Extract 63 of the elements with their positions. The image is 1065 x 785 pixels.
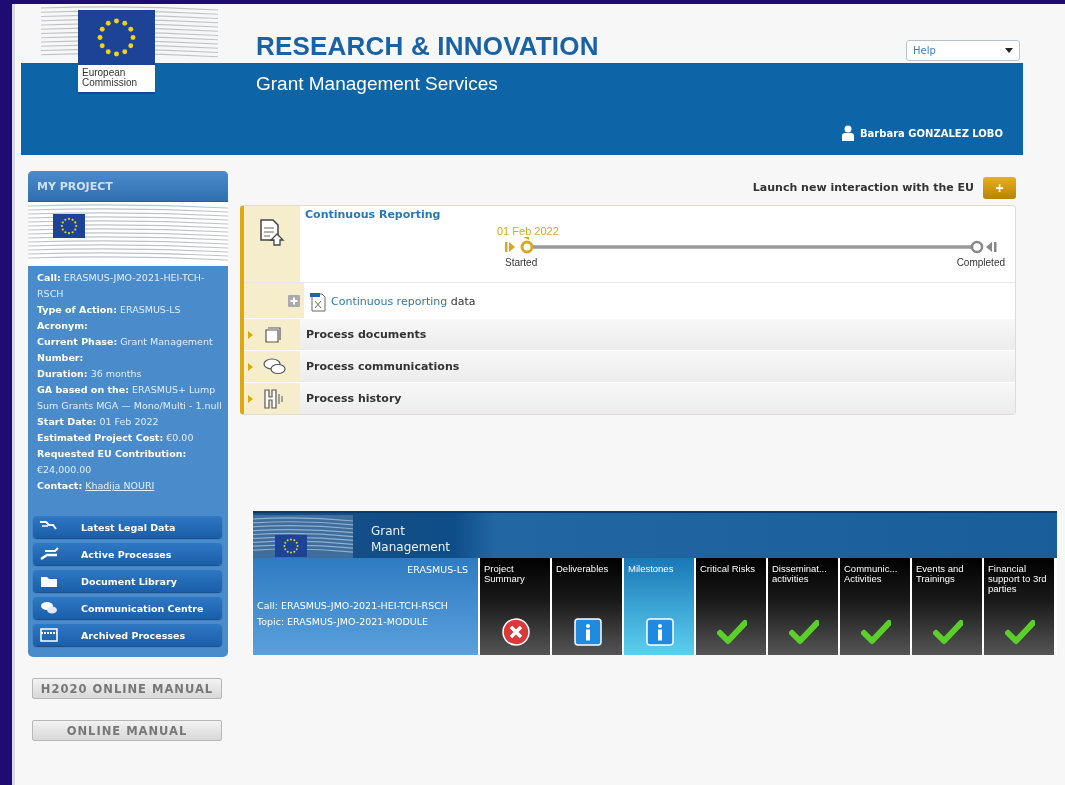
archive-icon	[39, 626, 59, 644]
checkmark-icon	[933, 617, 963, 647]
project-field: Contact: Khadija NOURI	[37, 478, 222, 494]
error-icon	[501, 617, 531, 647]
status-tile[interactable]: Project Summary	[480, 558, 550, 655]
status-tile[interactable]: Critical Risks	[696, 558, 766, 655]
sidebar-nav-item[interactable]: Archived Processes	[33, 624, 222, 646]
data-link[interactable]: Continuous reporting	[331, 295, 448, 308]
status-tile[interactable]: Communic... Activities	[840, 558, 910, 655]
project-field: Estimated Project Cost: €0.00	[37, 430, 222, 446]
project-field: GA based on the: ERASMUS+ Lump Sum Grants MGA — Mono/Multi - 1.null	[37, 382, 222, 414]
sidebar-nav-item[interactable]: Document Library	[33, 570, 222, 592]
project-field: Acronym:	[37, 318, 222, 334]
call-text: Call: ERASMUS-JMO-2021-HEI-TCH-RSCH	[257, 599, 449, 613]
help-dropdown[interactable]: Help	[906, 40, 1020, 61]
action-type: ERASMUS-LS	[407, 564, 468, 575]
eu-flag-icon	[78, 10, 155, 65]
sidebar-nav-item[interactable]: Active Processes	[33, 543, 222, 565]
status-tile[interactable]: Events and Trainings	[912, 558, 982, 655]
expand-plus-icon[interactable]	[288, 294, 300, 307]
project-field: Current Phase: Grant Management	[37, 334, 222, 350]
sidebar-nav-item[interactable]: Latest Legal Data	[33, 516, 222, 538]
user-name[interactable]: Barbara GONZALEZ LOBO	[860, 127, 1003, 139]
report-document-icon	[259, 218, 285, 246]
project-field: Call: ERASMUS-JMO-2021-HEI-TCH-RSCH	[37, 270, 222, 302]
process-title[interactable]: Continuous Reporting	[305, 208, 1009, 221]
logo-text: European Commission	[78, 65, 155, 94]
process-section[interactable]: Process history	[244, 382, 1015, 414]
topic-text: Topic: ERASMUS-JMO-2021-MODULE	[257, 615, 429, 629]
manual-button[interactable]: ONLINE MANUAL	[32, 720, 222, 741]
data-text: Continuous reporting data	[331, 295, 476, 308]
checkmark-icon	[789, 617, 819, 647]
info-icon	[645, 617, 675, 647]
checkmark-icon	[1005, 617, 1035, 647]
file-icon	[309, 291, 327, 312]
project-field: Requested EU Contribution: €24,000.00	[37, 446, 222, 478]
page-title: RESEARCH & INNOVATION	[256, 31, 599, 62]
project-field: Duration: 36 months	[37, 366, 222, 382]
subtitle: Grant Management Services	[256, 73, 499, 95]
project-field: Start Date: 01 Feb 2022	[37, 414, 222, 430]
project-field: Number:	[37, 350, 222, 366]
process-section[interactable]: Process documents	[244, 318, 1015, 350]
end-label: Completed	[956, 257, 1005, 268]
manual-button[interactable]: H2020 ONLINE MANUAL	[32, 678, 222, 699]
active-icon	[39, 545, 59, 563]
contact-link[interactable]: Khadija NOURI	[85, 480, 155, 491]
status-tile[interactable]: Milestones	[624, 558, 694, 655]
dropdown-arrow-icon	[1005, 48, 1013, 53]
start-label: Started	[505, 257, 538, 268]
widget-title: Grant Management	[371, 523, 452, 555]
launch-label: Launch new interaction with the EU	[752, 181, 974, 194]
status-tile[interactable]: Financial support to 3rd parties	[984, 558, 1054, 655]
sidebar-title: MY PROJECT	[28, 171, 228, 202]
status-tile[interactable]: Deliverables	[552, 558, 622, 655]
status-tile[interactable]: Disseminat... activities	[768, 558, 838, 655]
sidebar-nav-item[interactable]: Communication Centre	[33, 597, 222, 619]
info-icon	[573, 617, 603, 647]
project-field: Type of Action: ERASMUS-LS	[37, 302, 222, 318]
checkmark-icon	[717, 617, 747, 647]
timeline-date: 01 Feb 2022	[497, 225, 560, 237]
process-section[interactable]: Process communications	[244, 350, 1015, 382]
checkmark-icon	[861, 617, 891, 647]
user-icon	[842, 125, 854, 141]
